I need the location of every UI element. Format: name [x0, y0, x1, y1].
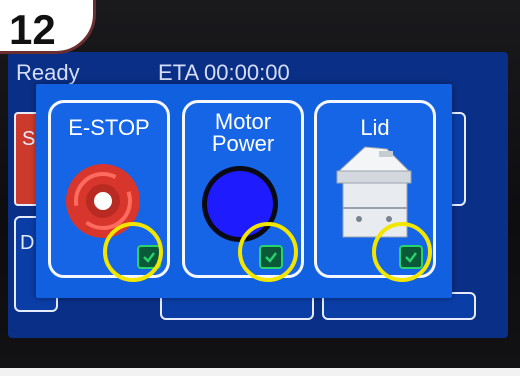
status-bar: Ready ETA 00:00:00: [8, 52, 508, 88]
lid-label: Lid: [360, 115, 390, 140]
estop-label: E-STOP: [68, 115, 150, 140]
start-tile-letter: S: [22, 128, 36, 150]
motor-power-label-line2: Power: [211, 131, 275, 156]
bottom-edge: [0, 368, 520, 376]
estop-check-highlight-circle: [103, 222, 163, 282]
step-number: 12: [9, 6, 56, 53]
motor-power-label-line1: Motor: [214, 109, 272, 134]
status-eta: ETA 00:00:00: [158, 60, 290, 85]
status-state: Ready: [16, 60, 80, 85]
motor-check-highlight-circle: [238, 222, 298, 282]
bottom-left-tile-letter: D: [20, 232, 35, 254]
lid-check-highlight-circle: [372, 222, 432, 282]
